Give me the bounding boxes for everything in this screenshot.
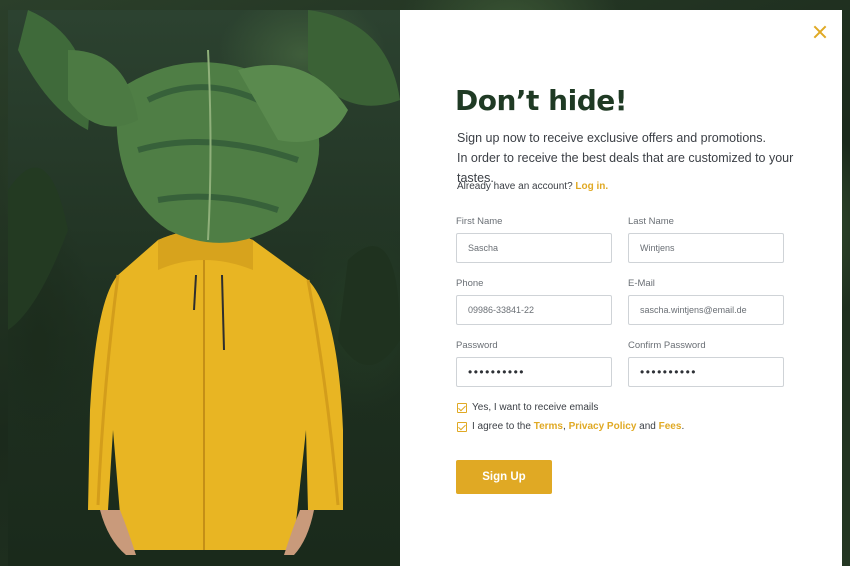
confirm-password-field[interactable] (628, 357, 784, 387)
email-opt-in-label: Yes, I want to receive emails (472, 402, 599, 413)
first-name-field[interactable] (456, 233, 612, 263)
sign-up-button[interactable]: Sign Up (456, 460, 552, 494)
password-label: Password (456, 340, 498, 351)
hero-photo (8, 10, 400, 566)
terms-checkbox[interactable] (457, 421, 467, 432)
first-name-label: First Name (456, 216, 503, 227)
email-field[interactable] (628, 295, 784, 325)
close-icon[interactable] (812, 24, 828, 40)
last-name-field[interactable] (628, 233, 784, 263)
email-opt-in-row[interactable]: Yes, I want to receive emails (457, 402, 598, 413)
phone-field[interactable] (456, 295, 612, 325)
terms-row[interactable]: I agree to the Terms, Privacy Policy and… (457, 421, 684, 432)
email-label: E-Mail (628, 278, 655, 289)
terms-and: and (639, 421, 656, 432)
fees-link[interactable]: Fees (659, 421, 682, 432)
terms-prefix: I agree to the (472, 421, 531, 432)
password-field[interactable] (456, 357, 612, 387)
terms-period: . (681, 421, 685, 432)
subtitle-line-1: Sign up now to receive exclusive offers … (457, 131, 766, 145)
privacy-policy-link[interactable]: Privacy Policy (569, 421, 637, 432)
login-prompt-line: Already have an account? Log in. (457, 181, 608, 192)
page-title: Don’t hide! (455, 84, 628, 117)
login-link[interactable]: Log in. (575, 181, 608, 192)
email-opt-in-checkbox[interactable] (457, 402, 467, 413)
last-name-label: Last Name (628, 216, 674, 227)
hero-illustration (8, 10, 400, 555)
terms-comma: , (563, 421, 566, 432)
phone-label: Phone (456, 278, 484, 289)
login-prompt: Already have an account? (457, 181, 573, 192)
signup-modal: Don’t hide! Sign up now to receive exclu… (400, 10, 842, 566)
subtitle: Sign up now to receive exclusive offers … (457, 128, 827, 188)
terms-link[interactable]: Terms (534, 421, 563, 432)
confirm-password-label: Confirm Password (628, 340, 706, 351)
